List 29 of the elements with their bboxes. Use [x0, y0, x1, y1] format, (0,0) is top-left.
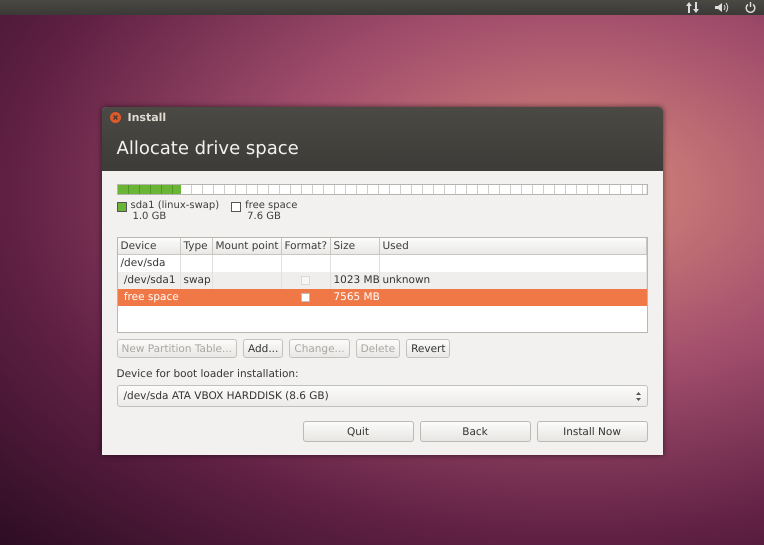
column-header[interactable]: Device	[118, 238, 180, 255]
dialog-button[interactable]: Install Now	[536, 421, 648, 442]
boot-loader-select[interactable]: /dev/sda ATA VBOX HARDDISK (8.6 GB)	[116, 385, 648, 407]
column-header[interactable]: Type	[180, 238, 212, 255]
legend-size: 1.0 GB	[132, 211, 168, 222]
volume-icon[interactable]	[715, 2, 729, 13]
format-checkbox[interactable]	[301, 293, 310, 302]
dialog-button[interactable]: Quit	[302, 421, 414, 442]
legend-size: 7.6 GB	[247, 211, 282, 222]
close-icon[interactable]	[110, 112, 120, 123]
spinner-arrows-icon	[636, 392, 640, 400]
table-cell: 7565 MB	[330, 289, 380, 306]
column-header[interactable]: Format?	[282, 238, 330, 255]
network-arrows-icon[interactable]	[686, 2, 699, 13]
table-cell: free space	[118, 289, 180, 306]
legend-label: free space	[245, 200, 298, 211]
boot-loader-label: Device for boot loader installation:	[116, 368, 300, 380]
page-heading: Allocate drive space	[116, 138, 300, 159]
column-header[interactable]: Mount point	[212, 238, 282, 255]
partition-button[interactable]: Revert	[406, 339, 450, 358]
table-row[interactable]: /dev/sda	[118, 255, 646, 272]
dialog-button[interactable]: Back	[420, 421, 530, 442]
window-title: Install	[128, 111, 166, 124]
column-header[interactable]: Used	[380, 238, 646, 255]
column-header[interactable]: Size	[330, 238, 380, 255]
legend-label: sda1 (linux-swap)	[130, 200, 220, 211]
partition-button[interactable]: Add...	[243, 339, 284, 358]
power-icon[interactable]	[745, 2, 756, 13]
table-row[interactable]: /dev/sda1 swap 1023 MB unknown	[118, 272, 646, 289]
